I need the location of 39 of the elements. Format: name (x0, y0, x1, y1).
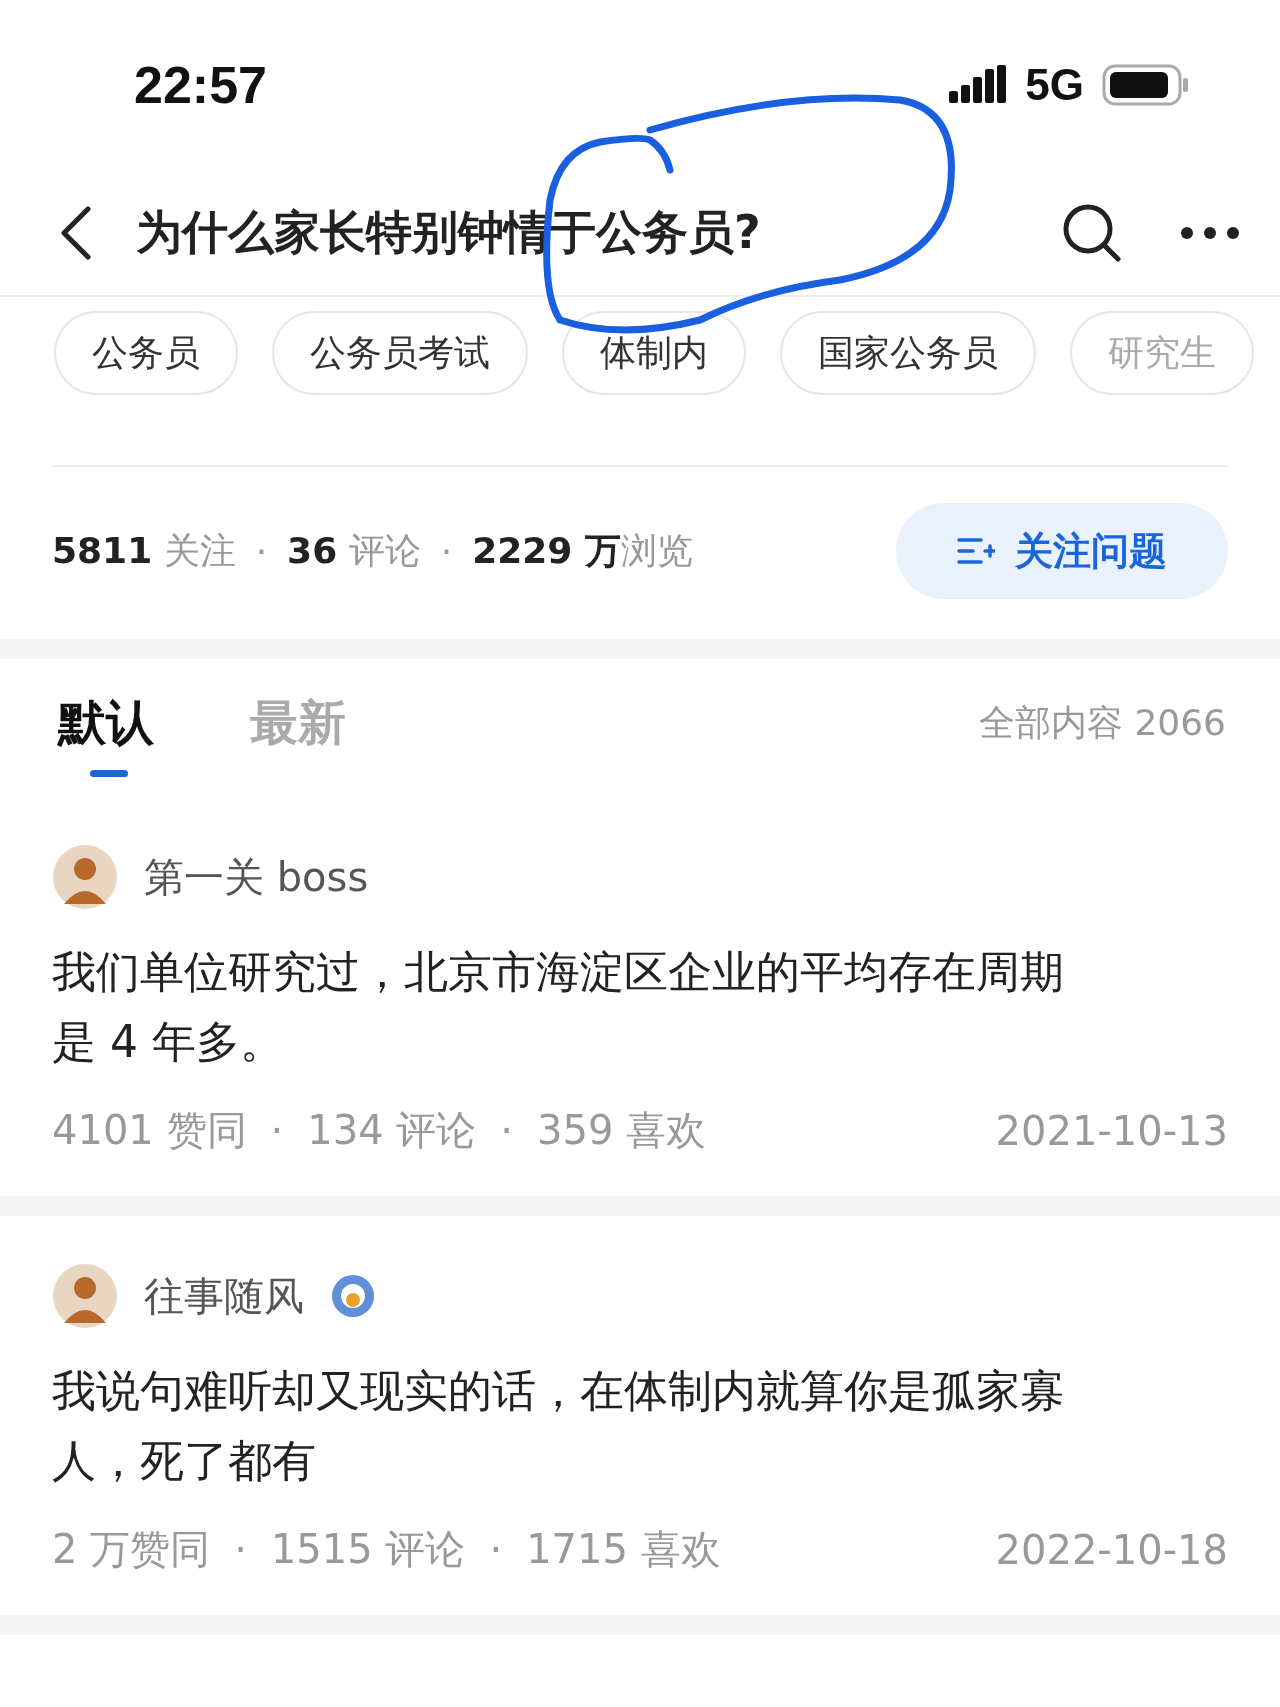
topic-tag[interactable]: 公务员 (54, 311, 238, 395)
separator-dot: · (440, 530, 453, 572)
separator-dot: · (255, 530, 268, 572)
answer-text[interactable]: 我说句难听却又现实的话，在体制内就算你是孤家寡人，死了都有 (52, 1356, 1082, 1496)
back-icon[interactable] (58, 204, 94, 261)
avatar[interactable] (52, 844, 118, 910)
answer-text[interactable]: 我们单位研究过，北京市海淀区企业的平均存在周期是 4 年多。 (52, 937, 1082, 1077)
author-name[interactable]: 往事随风 (144, 1268, 304, 1324)
topic-tag[interactable]: 公务员考试 (272, 311, 528, 395)
topic-tag[interactable]: 体制内 (562, 311, 746, 395)
stat-text: 5811 关注 (52, 528, 236, 573)
signal-icon (949, 65, 1008, 105)
like-count: 4101 赞同 (52, 1106, 247, 1155)
separator-dot: · (500, 1107, 513, 1154)
answer-date: 2021-10-13 (995, 1107, 1228, 1154)
separator-dot: · (270, 1107, 284, 1154)
favorite-count: 359 喜欢 (537, 1106, 707, 1155)
comment-count: 134 评论 (307, 1106, 477, 1155)
comment-count: 1515 评论 (270, 1525, 466, 1574)
more-icon[interactable] (1180, 225, 1240, 240)
follow-icon (957, 536, 995, 566)
topic-tag[interactable]: 国家公务员 (780, 311, 1036, 395)
separator-dot: · (489, 1526, 503, 1573)
status-time: 22:57 (134, 55, 267, 115)
follow-question-button[interactable]: 关注问题 (896, 503, 1228, 599)
author-name[interactable]: 第一关 boss (144, 849, 369, 905)
separator-dot: · (234, 1526, 247, 1573)
answer-date: 2022-10-18 (995, 1526, 1228, 1573)
avatar[interactable] (52, 1263, 118, 1329)
search-icon[interactable] (1062, 202, 1122, 263)
badge-icon (330, 1273, 376, 1319)
stat-text: 2229 万浏览 (472, 528, 693, 573)
favorite-count: 1715 喜欢 (526, 1525, 721, 1574)
stat-text: 36 评论 (287, 528, 421, 573)
network-label: 5G (1025, 60, 1084, 110)
content-count: 全部内容 2066 (978, 701, 1226, 745)
battery-icon (1102, 64, 1190, 106)
sort-tab[interactable]: 默认 (58, 687, 154, 783)
like-count: 2 万赞同 (52, 1525, 211, 1574)
